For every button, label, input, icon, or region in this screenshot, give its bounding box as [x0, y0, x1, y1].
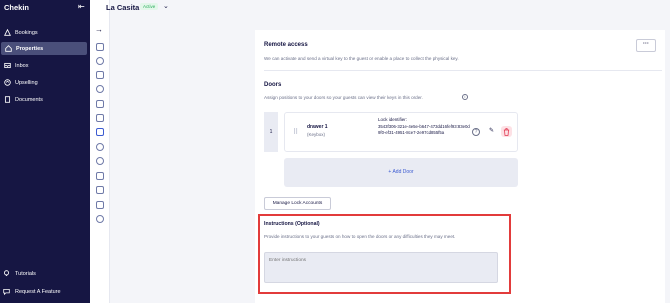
sidebar-item-label: Tutorials — [15, 270, 36, 277]
sidebar-item-properties[interactable]: Properties — [1, 42, 87, 55]
delete-trash-icon[interactable] — [501, 126, 512, 137]
drag-handle-icon[interactable]: ⠿ — [293, 128, 298, 136]
sidebar-item-label: Upselling — [15, 79, 38, 86]
rail-contract-icon[interactable] — [96, 114, 104, 122]
rail-key-icon[interactable] — [96, 128, 104, 136]
sidebar-item-documents[interactable]: Documents — [0, 93, 88, 106]
rail-translate-icon[interactable] — [96, 71, 104, 79]
instructions-textarea[interactable] — [264, 252, 498, 283]
sidebar-item-label: Properties — [16, 45, 44, 52]
rail-calendar-icon[interactable] — [96, 100, 104, 108]
info-icon[interactable]: i — [462, 94, 468, 100]
rail-settings-icon[interactable] — [96, 215, 104, 223]
doors-description: Assign positions to your doors so your g… — [264, 95, 423, 100]
sidebar-item-request-feature[interactable]: Request A Feature — [0, 288, 90, 295]
sidebar-item-inbox[interactable]: Inbox — [0, 59, 88, 72]
rail-home-icon[interactable] — [96, 43, 104, 51]
door-position: 1 — [264, 112, 278, 152]
divider — [264, 70, 662, 71]
upselling-icon — [3, 79, 11, 87]
doors-title: Doors — [264, 82, 282, 88]
sidebar-item-tutorials[interactable]: Tutorials — [0, 270, 90, 277]
door-info-icon[interactable]: ? — [472, 128, 480, 136]
remote-access-description: We can activate and send a virtual key t… — [264, 56, 459, 61]
rail-police-icon[interactable] — [96, 85, 104, 93]
expand-arrow-icon[interactable]: → — [95, 25, 103, 34]
lock-identifier-value: 3543f306-321e-4e5e-b647-473dd16fef93:83e… — [378, 124, 470, 135]
rail-money-icon[interactable] — [96, 157, 104, 165]
property-title: La Casita — [106, 3, 140, 12]
brand-logo: Chekin — [4, 3, 30, 12]
rail-shield-icon[interactable] — [96, 143, 104, 151]
remote-access-card: Remote access We can activate and send a… — [255, 30, 665, 303]
sidebar-item-label: Documents — [15, 96, 43, 103]
chevron-down-icon[interactable]: ⌄ — [163, 2, 169, 10]
lock-identifier-label: Lock identifier: — [378, 117, 408, 122]
bulb-icon — [3, 270, 11, 277]
sidebar-item-upselling[interactable]: Upselling — [0, 76, 88, 89]
door-type: (Keybox) — [307, 132, 326, 137]
door-name: drawer 1 — [307, 124, 328, 130]
chat-icon — [3, 288, 11, 295]
property-icon-rail: → — [90, 0, 110, 303]
more-options-button[interactable]: ··· — [636, 39, 656, 52]
door-item: ⠿ drawer 1 (Keybox) Lock identifier: 354… — [284, 112, 518, 152]
instructions-title: Instructions (Optional) — [264, 221, 320, 227]
home-icon — [4, 45, 12, 53]
rail-guidebook-icon[interactable] — [96, 186, 104, 194]
sidebar-item-label: Request A Feature — [15, 288, 61, 295]
collapse-sidebar-icon[interactable]: ⇤ — [78, 2, 85, 11]
inbox-icon — [3, 62, 11, 70]
document-icon — [3, 96, 11, 104]
remote-access-title: Remote access — [264, 42, 308, 48]
add-door-button[interactable]: + Add Door — [284, 158, 518, 187]
rail-video-icon[interactable] — [96, 201, 104, 209]
edit-pencil-icon[interactable]: ✎ — [486, 126, 497, 137]
manage-lock-accounts-button[interactable]: Manage Lock Accounts — [264, 197, 331, 210]
sidebar-item-bookings[interactable]: Bookings — [0, 26, 88, 39]
sidebar-item-label: Inbox — [15, 62, 29, 69]
main-sidebar: Chekin ⇤ Bookings Properties Inbox Upsel… — [0, 0, 90, 303]
suitcase-icon — [3, 29, 11, 37]
sidebar-item-label: Bookings — [15, 29, 38, 36]
status-badge: Active — [140, 3, 159, 10]
rail-gear-icon[interactable] — [96, 172, 104, 180]
instructions-description: Provide instructions to your guests on h… — [264, 234, 456, 239]
rail-user-icon[interactable] — [96, 57, 104, 65]
